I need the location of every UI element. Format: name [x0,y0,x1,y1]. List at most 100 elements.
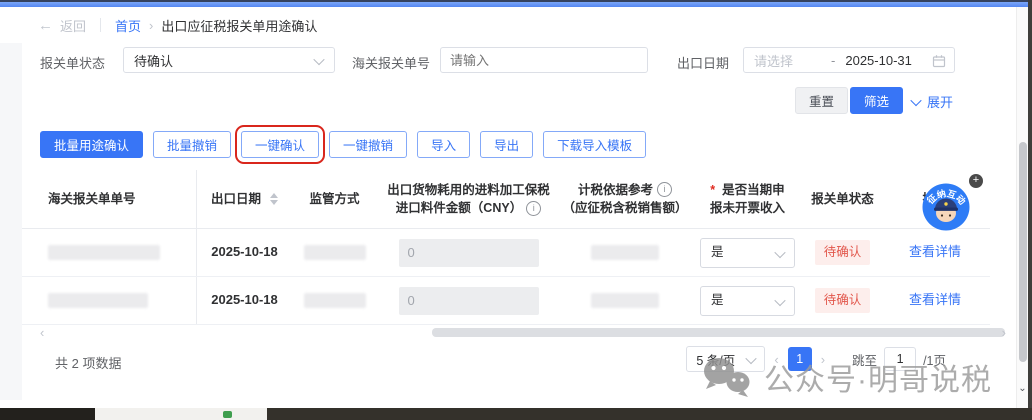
jump-to-label: 跳至 [852,350,877,369]
expand-toggle[interactable]: 展开 [912,92,953,111]
header-export-date: 出口日期 [211,190,261,208]
app-window: ← 返回 首页 › 出口应征税报关单用途确认 报关单状态 待确认 海关报关单号 … [0,0,1032,420]
one-click-confirm-button[interactable]: 一键确认 [241,131,319,158]
info-icon[interactable] [657,182,672,197]
table-row: 2025-10-18 是 待确认 查看详情 [22,277,990,325]
prev-page-icon[interactable]: ‹ [774,352,778,367]
page-size-value: 5 条/页 [696,350,735,369]
tax-mascot-icon: 征纳互动 [922,183,970,231]
download-template-button[interactable]: 下载导入模板 [543,131,646,158]
status-badge: 待确认 [815,240,871,264]
uninvoiced-value: 是 [711,243,724,261]
redacted-customs-no [48,293,148,308]
uninvoiced-value: 是 [711,291,724,309]
jump-to-input[interactable] [884,347,916,371]
customs-no-input-wrap [440,47,650,73]
taskbar-light-segment [95,408,267,420]
highlight-annotation-box: 一键确认 [241,131,319,158]
bonded-amount-input [399,287,539,315]
view-detail-link[interactable]: 查看详情 [909,291,961,310]
horizontal-scrollbar[interactable]: ‹ › [22,326,1012,339]
batch-confirm-button[interactable]: 批量用途确认 [40,131,143,158]
customs-no-input[interactable] [440,47,648,73]
import-button[interactable]: 导入 [417,131,470,158]
scroll-right-icon[interactable]: › [1002,325,1006,340]
main-content: 报关单状态 待确认 海关报关单号 出口日期 请选择 - 2025-10-31 重… [0,43,1026,408]
taskbar-sliver [0,408,1032,420]
scroll-down-icon[interactable]: ⌄ [1017,383,1028,394]
date-end-value: 2025-10-31 [845,53,912,68]
breadcrumb-divider [100,18,101,32]
status-filter-select[interactable]: 待确认 [123,47,335,73]
calendar-icon [932,54,946,68]
header-customs-no: 海关报关单单号 [48,190,136,208]
export-date-filter-label: 出口日期 [677,53,729,72]
filter-button[interactable]: 筛选 [850,87,903,114]
action-toolbar: 批量用途确认 批量撤销 一键确认 一键撤销 导入 导出 下载导入模板 [40,131,646,158]
chevron-down-icon [746,353,757,364]
next-page-icon[interactable]: › [821,352,825,367]
batch-cancel-button[interactable]: 批量撤销 [153,131,231,158]
redacted-supervision [304,245,366,260]
vertical-scrollbar-thumb[interactable] [1019,142,1027,362]
header-supervision: 监管方式 [309,190,359,208]
scroll-left-icon[interactable]: ‹ [40,325,44,340]
page-number-active[interactable]: 1 [788,347,812,371]
header-status: 报关单状态 [811,190,874,208]
declarations-table: 海关报关单单号 出口日期 监管方式 出口货物耗用的进料加工保税 进口料件金额（C… [22,170,990,325]
horizontal-scrollbar-thumb[interactable] [432,328,1005,337]
export-date-range-picker[interactable]: 请选择 - 2025-10-31 [743,47,955,73]
required-asterisk: * [710,181,715,199]
uninvoiced-select[interactable]: 是 [700,238,795,268]
chevron-down-icon [774,294,785,305]
pagination: 5 条/页 ‹ 1 › 跳至 /1页 [686,346,946,372]
header-tax-basis-line2: （应征税含税销售额） [562,199,687,217]
total-count: 共 2 项数据 [55,353,121,372]
taskbar-dark-segment [0,408,95,420]
date-start-placeholder: 请选择 [754,51,793,70]
chevron-down-icon [774,246,785,257]
view-detail-link[interactable]: 查看详情 [909,243,961,262]
export-button[interactable]: 导出 [480,131,533,158]
customs-no-filter-label: 海关报关单号 [352,53,430,72]
status-filter-value: 待确认 [134,51,173,70]
redacted-customs-no [48,245,160,260]
header-uninvoiced-line1: 是否当期申 [722,181,785,199]
status-badge: 待确认 [815,288,871,312]
uninvoiced-select[interactable]: 是 [700,286,795,316]
window-right-edge [1028,0,1032,420]
redacted-supervision [304,293,366,308]
mascot-widget[interactable]: 征纳互动 [922,183,970,236]
one-click-cancel-button[interactable]: 一键撤销 [329,131,407,158]
bonded-amount-input [399,239,539,267]
left-panel-sliver [0,43,22,400]
header-uninvoiced-line2: 报未开票收入 [710,199,785,217]
taskbar-app-icon [223,411,232,418]
page-size-select[interactable]: 5 条/页 [686,346,765,372]
info-icon[interactable] [526,201,541,216]
table-header-row: 海关报关单单号 出口日期 监管方式 出口货物耗用的进料加工保税 进口料件金额（C… [22,170,990,229]
header-tax-basis-line1: 计税依据参考 [578,181,653,199]
breadcrumb: ← 返回 首页 › 出口应征税报关单用途确认 [0,7,1032,44]
status-filter-label: 报关单状态 [40,53,105,72]
export-date-value: 2025-10-18 [211,291,278,310]
date-range-dash: - [831,53,835,68]
reset-button[interactable]: 重置 [795,87,848,114]
page-total-label: /1页 [923,350,946,369]
redacted-tax-basis [591,293,659,308]
chevron-down-icon [910,94,921,105]
header-bonded-line1: 出口货物耗用的进料加工保税 [387,181,550,199]
table-row: 2025-10-18 是 待确认 查看详情 [22,229,990,277]
page-title: 出口应征税报关单用途确认 [161,16,317,35]
vertical-scrollbar[interactable]: ⌄ [1016,7,1028,408]
export-date-value: 2025-10-18 [211,243,278,262]
sort-icon[interactable] [270,193,278,205]
chevron-down-icon [313,54,324,65]
mascot-plus-badge[interactable]: + [969,174,983,188]
redacted-tax-basis [591,245,659,260]
back-arrow-icon[interactable]: ← [38,17,53,34]
breadcrumb-separator: › [149,18,153,33]
header-bonded-line2: 进口料件金额（CNY） [396,199,522,217]
back-button[interactable]: 返回 [60,16,86,35]
breadcrumb-home-link[interactable]: 首页 [115,16,141,35]
